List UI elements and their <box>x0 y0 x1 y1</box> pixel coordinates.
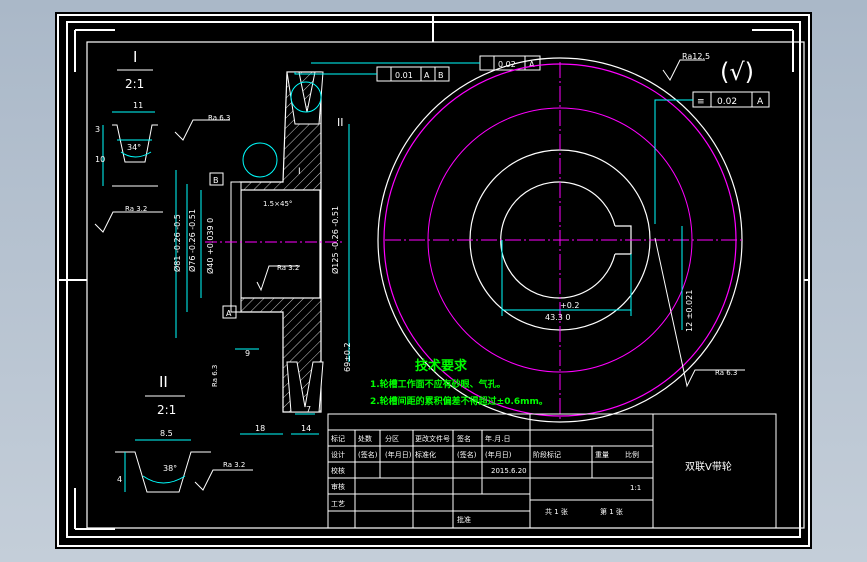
tb-r1-c2: 分区 <box>385 434 399 443</box>
tb-sheet-no: 第 1 张 <box>600 507 623 516</box>
chamfer-label: 1.5×45° <box>263 200 292 208</box>
gdt-frame-symmetry: ≡ 0.02 A <box>654 91 770 224</box>
gdt-runout-datum-b: B <box>438 71 444 80</box>
tb-r1-c4: 签名 <box>457 434 471 443</box>
detail-i-dim-11: 11 <box>133 101 143 110</box>
gdt-runout-datum-a: A <box>424 71 430 80</box>
tb-r2-c5: (年月日) <box>485 450 512 459</box>
tb-r2-c1: (签名) <box>358 450 378 459</box>
tb-sheets: 共 1 张 <box>545 507 568 516</box>
dim-14: 14 <box>301 424 311 433</box>
dim-9: 9 <box>245 349 250 358</box>
notes-line-2: 2.轮槽间距的累积偏差不得超过±0.6mm。 <box>370 395 548 407</box>
dim-18: 18 <box>255 424 265 433</box>
detail-ii-label: II <box>159 373 168 391</box>
tb-r1-c0: 标记 <box>331 434 345 443</box>
dim-keyway-tol: +0.2 <box>560 301 579 310</box>
dim-key-width: 12 ±0.021 <box>685 290 694 332</box>
section-view: 0.01 A B 0.02 A II I B A 1.5×45° Ø81 -0.… <box>172 55 541 435</box>
general-surface-finish: Ra12.5 (√) <box>662 52 754 86</box>
rest-surface-finish: (√) <box>720 58 754 86</box>
drawing-canvas: I 2:1 11 3 10 34° Ra 6.3 Ra 3.2 II 2:1 8… <box>57 14 810 547</box>
dim-keyway: 43.3 0 <box>545 313 570 322</box>
detail-i-label: I <box>133 48 137 66</box>
tb-r5-c0: 工艺 <box>331 500 345 508</box>
tb-r5-c1: 批准 <box>457 515 471 524</box>
dim-dia-76: Ø76 -0.26 -0.51 <box>187 209 197 272</box>
dim-dia-125: Ø125 -0.26 -0.51 <box>330 206 340 274</box>
detail-i-dim-10: 10 <box>95 155 105 164</box>
gdt-frame-face: 0.02 A <box>311 55 541 71</box>
tb-r4-c0: 审核 <box>331 482 345 491</box>
tb-r2-c4: (签名) <box>457 450 477 459</box>
tb-r1-c3: 更改文件号 <box>415 434 450 443</box>
tb-r3-date: 2015.6.20 <box>491 467 527 475</box>
cad-viewport[interactable]: I 2:1 11 3 10 34° Ra 6.3 Ra 3.2 II 2:1 8… <box>0 0 867 562</box>
svg-text:≡: ≡ <box>697 97 705 107</box>
datum-b: B <box>213 176 219 185</box>
section-roughness-a: Ra 3.2 <box>277 264 299 272</box>
notes-title: 技术要求 <box>415 358 468 374</box>
tb-scale-value: 1:1 <box>630 484 641 492</box>
detail-i-dim-3: 3 <box>95 125 100 134</box>
dim-dia-40: Ø40 +0.039 0 <box>205 218 215 274</box>
detail-ii-dim-4: 4 <box>117 475 122 484</box>
dim-7: 7 <box>306 405 311 414</box>
section-roughness-b: Ra 6.3 <box>211 365 219 387</box>
tb-r1-c1: 处数 <box>358 434 372 443</box>
dim-69: 69±0.2 <box>343 342 352 372</box>
tb-r3-c0: 校核 <box>331 466 345 475</box>
tb-r2-c0: 设计 <box>331 450 345 459</box>
detail-i: I 2:1 11 3 10 34° Ra 6.3 Ra 3.2 <box>94 48 230 233</box>
section-label-i: I <box>298 167 301 177</box>
dim-dia-81: Ø81 -0.26 -0.5 <box>172 214 182 272</box>
tb-stage-label: 阶段标记 <box>533 450 561 459</box>
tb-r2-c3: 标准化 <box>415 450 436 459</box>
detail-i-angle: 34° <box>127 143 141 152</box>
notes-line-1: 1.轮槽工作面不应有砂眼、气孔。 <box>370 378 506 390</box>
tb-r2-c2: (年月日) <box>385 450 412 459</box>
detail-ii: II 2:1 8.5 4 38° Ra 3.2 <box>115 373 253 493</box>
technical-notes: 技术要求 1.轮槽工作面不应有砂眼、气孔。 2.轮槽间距的累积偏差不得超过±0.… <box>370 358 548 407</box>
section-label-ii: II <box>337 116 344 129</box>
drawing-sheet: I 2:1 11 3 10 34° Ra 6.3 Ra 3.2 II 2:1 8… <box>55 12 812 549</box>
gdt-runout-value: 0.01 <box>395 71 413 80</box>
tb-weight-label: 重量 <box>595 451 609 459</box>
detail-ii-angle: 38° <box>163 464 177 473</box>
tb-r1-c5: 年.月.日 <box>485 434 510 443</box>
gdt-sym-datum: A <box>757 97 764 107</box>
detail-i-roughness: Ra 6.3 <box>208 114 230 122</box>
tb-scale-label: 比例 <box>625 450 639 459</box>
datum-a: A <box>226 309 232 318</box>
detail-ii-roughness: Ra 3.2 <box>223 461 245 469</box>
general-roughness: Ra12.5 <box>682 52 710 61</box>
gdt-sym-value: 0.02 <box>717 97 737 107</box>
tb-drawing-name: 双联V带轮 <box>685 460 732 473</box>
detail-i-scale: 2:1 <box>125 77 144 91</box>
detail-ii-scale: 2:1 <box>157 403 176 417</box>
detail-ii-dim-85: 8.5 <box>160 429 173 438</box>
gdt-face-datum: A <box>529 60 535 69</box>
